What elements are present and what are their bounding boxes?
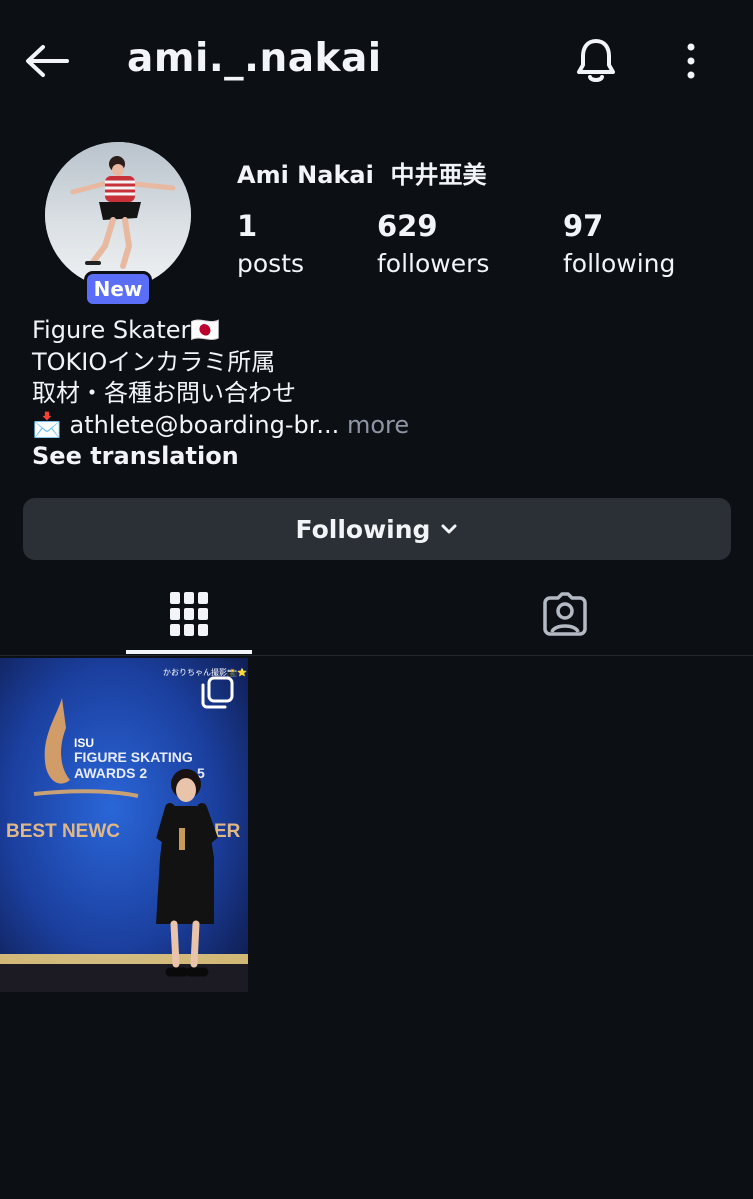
bio-line: Figure Skater🇯🇵 xyxy=(32,316,221,344)
more-options-button[interactable] xyxy=(672,38,710,84)
following-button[interactable]: Following xyxy=(23,498,731,560)
post-thumbnail[interactable]: ISU FIGURE SKATING AWARDS 2 5 BEST NEWC … xyxy=(0,658,248,992)
award-line1: FIGURE SKATING xyxy=(74,749,193,765)
profile-username: ami._.nakai xyxy=(127,36,382,81)
following-button-label: Following xyxy=(295,514,431,544)
active-tab-indicator xyxy=(126,650,252,654)
bio-line: 取材・各種お問い合わせ xyxy=(32,379,296,407)
best-text-end: ER xyxy=(214,821,241,842)
arrow-left-icon xyxy=(26,45,69,77)
profile-bio: Figure Skater🇯🇵 TOKIOインカラミ所属 取材・各種お問い合わせ… xyxy=(32,315,732,473)
isu-text: ISU xyxy=(74,736,94,750)
award-line2: AWARDS 2 xyxy=(74,765,147,781)
more-vertical-icon xyxy=(687,43,695,79)
see-translation-link[interactable]: See translation xyxy=(32,441,732,473)
new-badge: New xyxy=(84,271,152,307)
bio-line-email: 📩 athlete@boarding-br... more xyxy=(32,410,732,442)
followers-stat[interactable]: 629 followers xyxy=(377,207,489,283)
profile-avatar[interactable] xyxy=(45,142,191,288)
grid-icon xyxy=(170,592,208,636)
bio-line: TOKIOインカラミ所属 xyxy=(32,347,276,376)
followers-count: 629 xyxy=(377,209,438,243)
posts-stat: 1 posts xyxy=(237,207,304,283)
following-count: 97 xyxy=(563,209,604,243)
bell-icon xyxy=(577,39,615,82)
chevron-down-icon xyxy=(441,524,457,534)
bio-email: 📩 athlete@boarding-br... xyxy=(32,410,340,439)
posts-count: 1 xyxy=(237,209,258,243)
avatar-photo xyxy=(45,142,191,288)
bio-more-link[interactable]: more xyxy=(339,411,409,439)
carousel-icon xyxy=(201,676,234,709)
best-text: BEST NEWC xyxy=(6,821,120,842)
back-button[interactable] xyxy=(22,40,72,82)
following-label: following xyxy=(563,249,676,278)
following-stat[interactable]: 97 following xyxy=(563,207,675,283)
tab-tagged[interactable] xyxy=(502,574,628,654)
display-name: Ami Nakai 中井亜美 xyxy=(237,161,487,189)
tabs-divider xyxy=(0,655,753,656)
tab-posts-grid[interactable] xyxy=(126,574,252,654)
followers-label: followers xyxy=(377,249,490,278)
posts-label: posts xyxy=(237,249,305,278)
tagged-person-icon xyxy=(543,592,587,636)
notifications-button[interactable] xyxy=(570,34,622,86)
